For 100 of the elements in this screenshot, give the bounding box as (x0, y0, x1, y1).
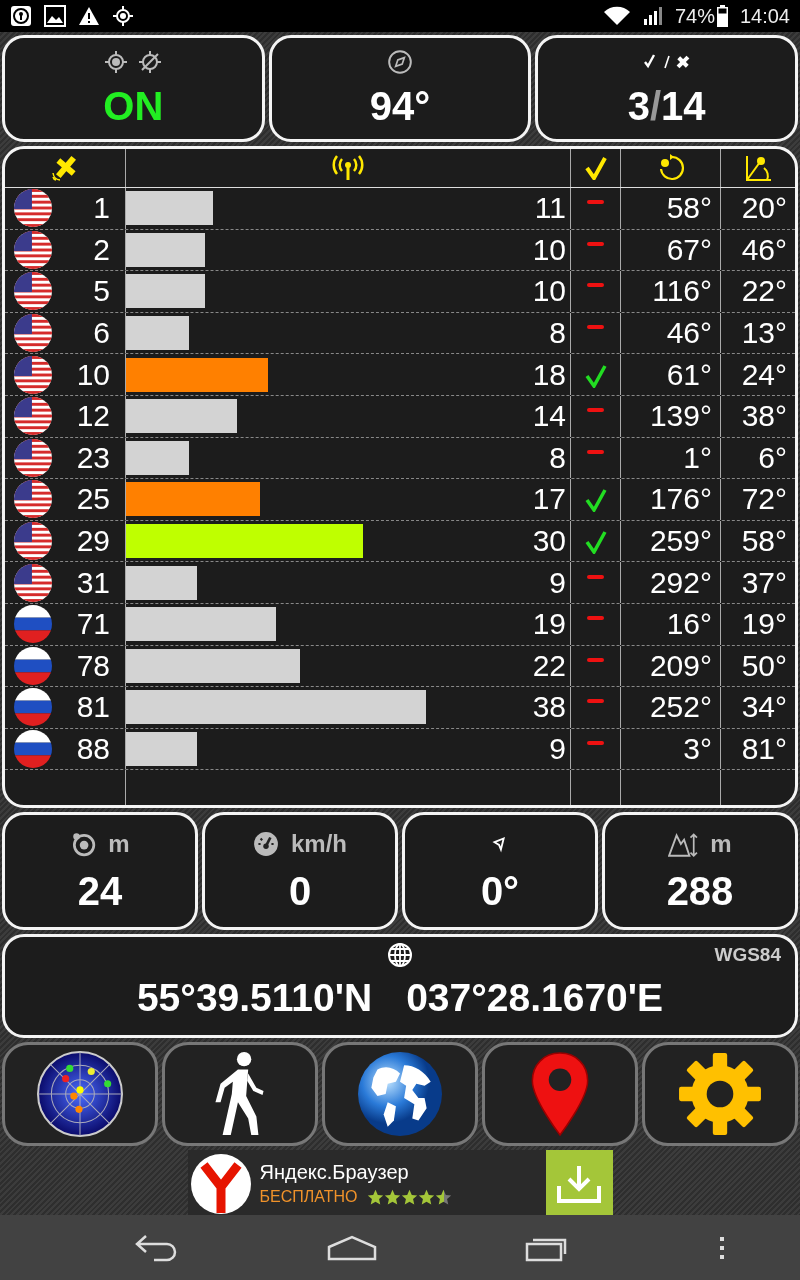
us-flag-icon (14, 563, 52, 602)
us-flag-icon (14, 230, 52, 269)
datum-label: WGS84 (714, 944, 782, 966)
signal-value: 8 (549, 440, 566, 475)
us-flag-icon (14, 438, 52, 477)
azimuth-value: 46° (666, 316, 712, 351)
tool-button[interactable] (2, 1042, 158, 1146)
satellite-number: 78 (76, 648, 110, 683)
latitude: 55°39.5110'N (136, 976, 373, 1020)
elevation-value: 38° (741, 399, 787, 434)
card-value: 288 (666, 868, 734, 914)
more-icon[interactable] (718, 1234, 727, 1261)
signal-value: 10 (532, 232, 566, 267)
dash-icon (587, 283, 604, 288)
signal-strength-icon (332, 155, 364, 181)
elevation-value: 50° (741, 648, 787, 683)
ad-banner[interactable]: Яндекс.Браузер БЕСПЛАТНО (187, 1150, 613, 1217)
compass-icon (387, 49, 413, 75)
satellite-number: 1 (93, 191, 110, 226)
mountain-icon (668, 830, 699, 857)
battery-icon (716, 5, 728, 27)
card-value: 0 (288, 868, 312, 914)
azimuth-value: 176° (649, 482, 712, 517)
tool-button[interactable] (162, 1042, 318, 1146)
elevation-value: 20° (741, 191, 787, 226)
russia-flag-icon (14, 688, 52, 727)
unit-label: m (710, 829, 732, 858)
speedometer-icon (253, 830, 279, 857)
target-rings-icon (70, 830, 97, 857)
check-icon (584, 528, 607, 555)
signal-value: 18 (532, 357, 566, 392)
card-value: 24 (77, 868, 123, 914)
us-flag-icon (14, 355, 52, 394)
warning-icon (78, 6, 100, 26)
signal-value: 10 (532, 274, 566, 309)
dash-icon (587, 241, 604, 246)
clock: 14:04 (739, 4, 790, 28)
home-icon[interactable] (327, 1234, 378, 1261)
azimuth-value: 58° (666, 191, 712, 226)
dash-icon (587, 200, 604, 205)
signal-value: 14 (532, 399, 566, 434)
satellite-number: 12 (76, 399, 110, 434)
dash-icon (587, 657, 604, 662)
location-icon (112, 5, 134, 27)
elevation-value: 46° (741, 232, 787, 267)
signal-value: 17 (532, 482, 566, 517)
elevation-value: 24° (741, 357, 787, 392)
elevation-value: 37° (741, 565, 787, 600)
dash-icon (587, 408, 604, 413)
signal-value: 30 (532, 524, 566, 559)
gps-off-icon (138, 50, 163, 74)
satellite-count: 3/14 (627, 84, 706, 129)
globe-icon (357, 1051, 443, 1137)
satellite-number: 2 (93, 232, 110, 267)
signal-value: 11 (534, 191, 566, 226)
ad-title: Яндекс.Браузер (259, 1161, 410, 1184)
azimuth-value: 139° (649, 399, 712, 434)
elevation-value: 22° (741, 274, 787, 309)
satellite-number: 6 (93, 316, 110, 351)
signal-value: 22 (532, 648, 566, 683)
satellite-number: 88 (76, 732, 110, 766)
signal-value: 19 (532, 607, 566, 642)
elevation-value: 19° (741, 607, 787, 642)
satellite-number: 23 (76, 440, 110, 475)
settings-icon (677, 1051, 763, 1137)
azimuth-value: 209° (649, 648, 712, 683)
dash-icon (587, 449, 604, 454)
satellite-number: 10 (76, 357, 110, 392)
satellite-number: 25 (76, 482, 110, 517)
card-value: 94° (369, 84, 431, 129)
us-flag-icon (14, 522, 52, 561)
download-button[interactable] (545, 1150, 613, 1217)
card-value: 0° (480, 868, 520, 914)
elevation-icon (744, 154, 772, 182)
us-flag-icon (14, 314, 52, 353)
signal-value: 8 (549, 316, 566, 351)
tool-button[interactable] (642, 1042, 798, 1146)
globe-grid-icon (387, 942, 413, 968)
azimuth-value: 252° (649, 690, 712, 725)
elevation-value: 58° (741, 524, 787, 559)
azimuth-value: 16° (666, 607, 712, 642)
elevation-value: 13° (741, 316, 787, 351)
tool-button[interactable] (322, 1042, 478, 1146)
satellite-number: 31 (76, 565, 110, 600)
battery-percent: 74% (674, 4, 715, 28)
image-icon (44, 5, 66, 27)
satellite-number: 29 (76, 524, 110, 559)
us-flag-icon (14, 272, 52, 311)
signal-value: 9 (549, 565, 566, 600)
unit-label: km/h (291, 829, 347, 858)
russia-flag-icon (14, 646, 52, 685)
azimuth-value: 61° (666, 357, 712, 392)
elevation-value: 81° (741, 732, 787, 766)
check-icon (584, 486, 607, 513)
download-icon (556, 1163, 602, 1204)
satellite-number: 5 (93, 274, 110, 309)
ad-price: БЕСПЛАТНО (259, 1188, 358, 1206)
azimuth-value: 116° (652, 274, 712, 309)
unit-label: m (108, 829, 130, 858)
longitude: 037°28.1670'E (406, 976, 664, 1020)
